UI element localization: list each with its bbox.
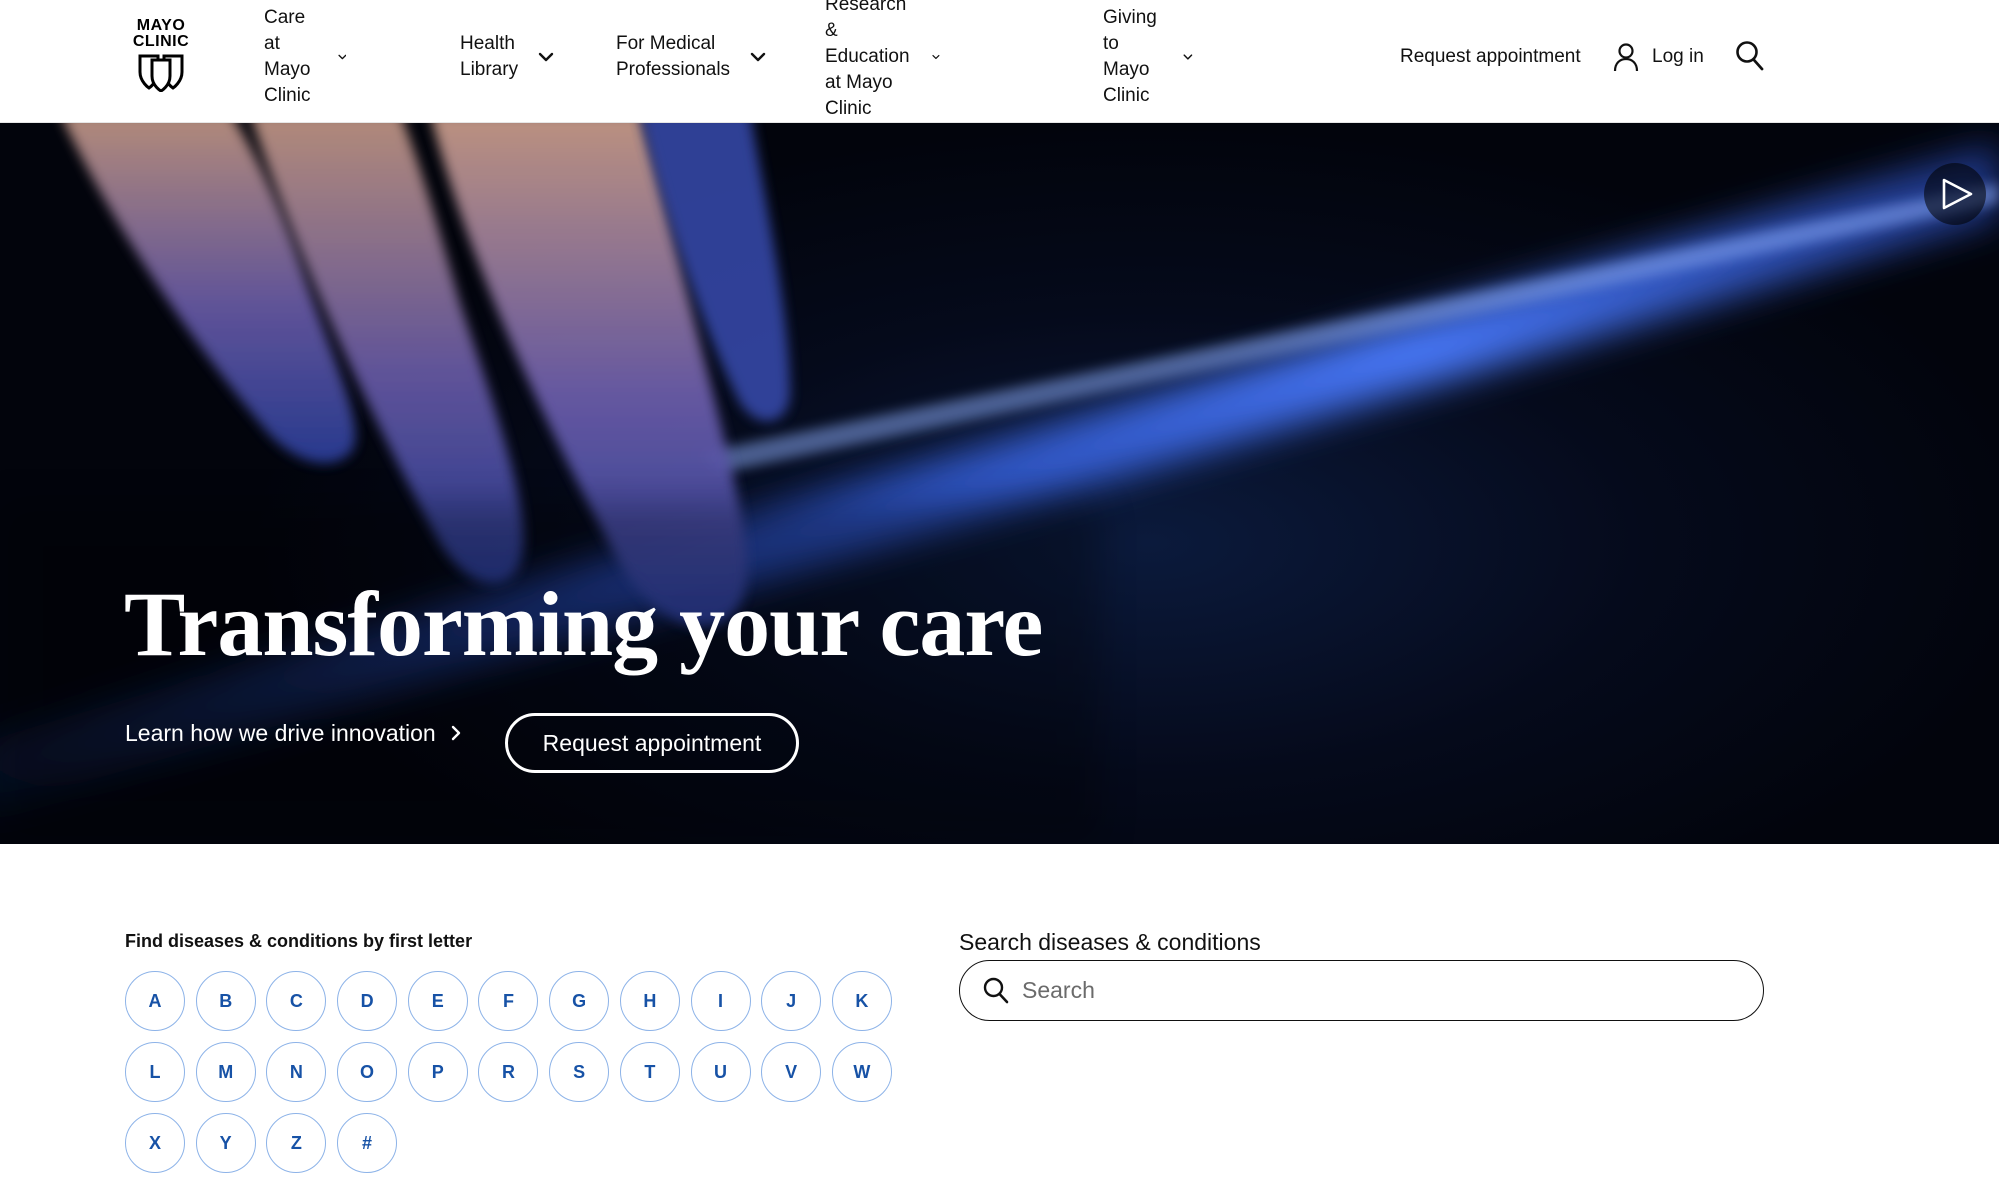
nav-label-line1: Giving to bbox=[1103, 7, 1157, 54]
letters-grid: A B C D E F G H I J K L M N O P R S T U V W X Y Z # bbox=[125, 971, 905, 1173]
chevron-down-icon bbox=[932, 54, 940, 60]
chevron-right-icon bbox=[451, 725, 460, 741]
chevron-down-icon bbox=[750, 52, 766, 62]
letter-button[interactable]: # bbox=[337, 1113, 398, 1173]
letter-button[interactable]: R bbox=[478, 1042, 539, 1102]
nav-label-line2: Library bbox=[460, 59, 519, 80]
letter-button[interactable]: W bbox=[831, 1042, 892, 1102]
nav-label: Health Library bbox=[460, 31, 518, 83]
login-label: Log in bbox=[1652, 46, 1704, 67]
hero-title: Transforming your care bbox=[124, 573, 1043, 675]
logo-text-line2: CLINIC bbox=[132, 33, 190, 50]
letter-button[interactable]: G bbox=[549, 971, 610, 1031]
search-box bbox=[959, 960, 1764, 1021]
letter-button[interactable]: O bbox=[337, 1042, 398, 1102]
nav-label-line1: For Medical bbox=[616, 33, 716, 54]
chevron-down-icon bbox=[538, 52, 554, 62]
request-appointment-link[interactable]: Request appointment bbox=[1400, 44, 1581, 70]
nav-label-line2: Mayo Clinic bbox=[1103, 59, 1150, 106]
nav-label-line2: Professionals bbox=[616, 59, 731, 80]
mayo-clinic-logo[interactable]: MAYO CLINIC bbox=[130, 18, 192, 96]
search-label: Search diseases & conditions bbox=[959, 929, 1261, 955]
hero-banner: Transforming your care Learn how we driv… bbox=[0, 123, 1999, 844]
letter-button[interactable]: J bbox=[761, 971, 822, 1031]
letter-button[interactable]: Y bbox=[195, 1113, 256, 1173]
shields-icon bbox=[138, 54, 184, 92]
letter-button[interactable]: N bbox=[266, 1042, 327, 1102]
letter-button[interactable]: Z bbox=[266, 1113, 327, 1173]
logo-text-line1: MAYO bbox=[136, 17, 186, 34]
play-icon bbox=[1942, 178, 1973, 210]
letter-button[interactable]: F bbox=[478, 971, 539, 1031]
nav-label-line2: at Mayo Clinic bbox=[825, 72, 893, 119]
site-header: MAYO CLINIC Care at Mayo Clinic Health L… bbox=[0, 0, 1999, 123]
nav-giving-to-mayo-clinic[interactable]: Giving to Mayo Clinic bbox=[1103, 7, 1193, 106]
letter-button[interactable]: H bbox=[619, 971, 680, 1031]
nav-care-at-mayo-clinic[interactable]: Care at Mayo Clinic bbox=[264, 7, 347, 106]
learn-innovation-label: Learn how we drive innovation bbox=[125, 719, 436, 746]
search-icon[interactable] bbox=[1735, 40, 1765, 72]
search-icon bbox=[983, 977, 1009, 1003]
nav-label-line2: Mayo Clinic bbox=[264, 59, 311, 106]
letter-button[interactable]: M bbox=[195, 1042, 256, 1102]
letter-button[interactable]: V bbox=[761, 1042, 822, 1102]
hero-request-appointment-button[interactable]: Request appointment bbox=[505, 713, 799, 773]
search-input[interactable] bbox=[1022, 977, 1722, 1004]
chevron-down-icon bbox=[338, 54, 347, 60]
nav-label: Research & Education at Mayo Clinic bbox=[825, 0, 918, 122]
nav-label: Giving to Mayo Clinic bbox=[1103, 5, 1163, 109]
letter-button[interactable]: X bbox=[125, 1113, 185, 1173]
chevron-down-icon bbox=[1183, 54, 1193, 60]
play-video-button[interactable] bbox=[1924, 163, 1986, 225]
letter-button[interactable]: U bbox=[690, 1042, 751, 1102]
nav-label-line1: Research & Education bbox=[825, 0, 910, 67]
nav-health-library[interactable]: Health Library bbox=[460, 30, 554, 84]
letter-button[interactable]: C bbox=[266, 971, 327, 1031]
login-link[interactable]: Log in bbox=[1612, 40, 1704, 74]
letter-button[interactable]: S bbox=[549, 1042, 610, 1102]
letter-button[interactable]: P bbox=[407, 1042, 468, 1102]
letter-button[interactable]: T bbox=[619, 1042, 680, 1102]
letter-button[interactable]: K bbox=[831, 971, 892, 1031]
user-icon bbox=[1613, 43, 1639, 72]
letter-button[interactable]: B bbox=[195, 971, 256, 1031]
nav-research-education[interactable]: Research & Education at Mayo Clinic bbox=[825, 0, 940, 119]
letter-button[interactable]: D bbox=[337, 971, 398, 1031]
letter-button[interactable]: I bbox=[690, 971, 751, 1031]
nav-label-line1: Care at bbox=[264, 7, 306, 54]
letter-button[interactable]: A bbox=[125, 971, 185, 1031]
nav-label: Care at Mayo Clinic bbox=[264, 5, 318, 109]
nav-label-line1: Health bbox=[460, 33, 515, 54]
letter-button[interactable]: E bbox=[407, 971, 468, 1031]
learn-innovation-link[interactable]: Learn how we drive innovation bbox=[125, 715, 462, 751]
letter-button[interactable]: L bbox=[125, 1042, 185, 1102]
letters-heading: Find diseases & conditions by first lett… bbox=[125, 931, 473, 951]
nav-label: For Medical Professionals bbox=[616, 31, 730, 83]
nav-for-medical-professionals[interactable]: For Medical Professionals bbox=[616, 30, 766, 84]
